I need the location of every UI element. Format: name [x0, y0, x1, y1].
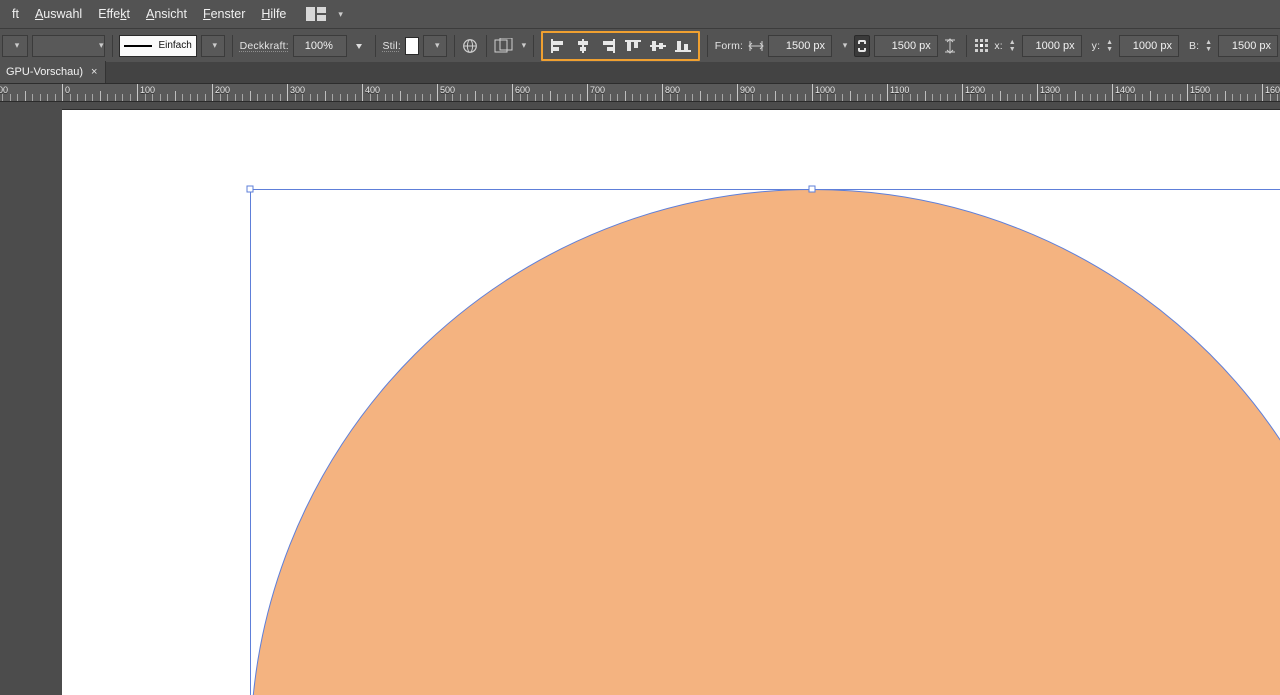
- link-dimensions-button[interactable]: [854, 35, 870, 57]
- width-handle-icon[interactable]: [747, 35, 764, 57]
- close-icon[interactable]: ×: [91, 66, 97, 78]
- form-label: Form:: [715, 40, 743, 52]
- bw-label: B:: [1189, 40, 1199, 52]
- opacity-field[interactable]: 100%: [293, 35, 347, 57]
- align-bottom-icon[interactable]: [673, 36, 693, 56]
- menu-item-hilfe[interactable]: Hilfe: [253, 3, 294, 25]
- height-handle-icon[interactable]: [942, 35, 959, 57]
- document-tab-title: GPU-Vorschau): [6, 66, 83, 78]
- reference-point-icon[interactable]: [973, 35, 990, 57]
- menu-item-0[interactable]: ft: [4, 3, 27, 25]
- x-label: x:: [994, 40, 1003, 52]
- horizontal-ruler[interactable]: -100010020030040050060070080090010001100…: [0, 84, 1280, 102]
- menu-item-ansicht[interactable]: Ansicht: [138, 3, 195, 25]
- align-right-icon[interactable]: [598, 36, 618, 56]
- opacity-flyout-button[interactable]: [351, 35, 368, 57]
- document-tab[interactable]: GPU-Vorschau) ×: [0, 61, 106, 83]
- opacity-label: Deckkraft:: [240, 40, 289, 52]
- workspace-switcher[interactable]: ▾: [306, 7, 343, 21]
- menu-item-effekt[interactable]: Effekt: [90, 3, 138, 25]
- workspace-area: [0, 102, 1280, 695]
- selection-bounding-box: [250, 189, 1280, 695]
- workspace-icon: [306, 7, 328, 21]
- stroke-style-dropdown[interactable]: Einfach: [119, 35, 196, 57]
- style-swatch[interactable]: [405, 37, 419, 55]
- transform-icon[interactable]: [494, 35, 514, 57]
- shape-height-field[interactable]: 1500 px: [874, 35, 938, 57]
- options-bar: ▾ ▾ Einfach ▾ Deckkraft: 100% Stil: ▾ ▾: [0, 28, 1280, 62]
- style-dropdown[interactable]: ▾: [423, 35, 447, 57]
- align-vcenter-icon[interactable]: [648, 36, 668, 56]
- chevron-down-icon: ▾: [338, 9, 343, 20]
- y-spinner[interactable]: ▲▼: [1104, 35, 1115, 57]
- shape-width-chevron[interactable]: ▾: [836, 35, 850, 57]
- align-hcenter-icon[interactable]: [573, 36, 593, 56]
- y-label: y:: [1092, 40, 1101, 52]
- selection-handle-top-left[interactable]: [246, 186, 253, 193]
- transform-chevron[interactable]: ▾: [522, 40, 527, 51]
- shape-preset-dropdown[interactable]: ▾: [2, 35, 28, 57]
- align-top-icon[interactable]: [623, 36, 643, 56]
- bw-field[interactable]: 1500 px: [1218, 35, 1278, 57]
- canvas-viewport[interactable]: [62, 102, 1280, 695]
- link-icon: [857, 39, 867, 53]
- globe-icon[interactable]: [462, 35, 479, 57]
- stroke-style-chevron[interactable]: ▾: [201, 35, 225, 57]
- alignment-group-highlight: [541, 31, 700, 61]
- shape-width-field[interactable]: 1500 px: [768, 35, 832, 57]
- menu-item-fenster[interactable]: Fenster: [195, 3, 253, 25]
- selection-handle-top-center[interactable]: [809, 186, 816, 193]
- x-spinner[interactable]: ▲▼: [1007, 35, 1018, 57]
- document-tab-strip: GPU-Vorschau) ×: [0, 62, 1280, 84]
- menu-item-auswahl[interactable]: Auswahl: [27, 3, 90, 25]
- x-field[interactable]: 1000 px: [1022, 35, 1082, 57]
- style-label: Stil:: [382, 40, 401, 52]
- fill-swatch-dropdown[interactable]: ▾: [32, 35, 105, 57]
- bw-spinner[interactable]: ▲▼: [1203, 35, 1214, 57]
- left-gutter: [0, 102, 62, 695]
- y-field[interactable]: 1000 px: [1119, 35, 1179, 57]
- main-menu-bar: ft Auswahl Effekt Ansicht Fenster Hilfe …: [0, 0, 1280, 28]
- align-left-icon[interactable]: [548, 36, 568, 56]
